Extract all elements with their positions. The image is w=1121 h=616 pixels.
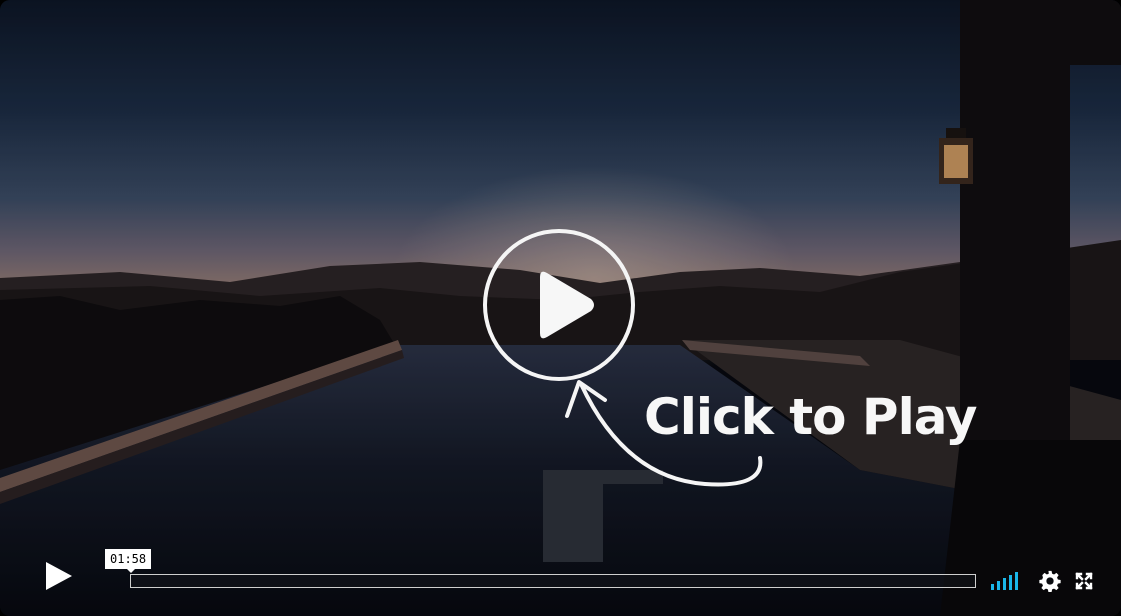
big-play-button[interactable] [483, 229, 635, 381]
fullscreen-icon[interactable] [1074, 571, 1094, 591]
gear-icon[interactable] [1039, 570, 1061, 592]
play-icon [540, 271, 594, 339]
progress-bar[interactable] [130, 574, 976, 588]
video-player[interactable]: Click to Play 01:58 [0, 0, 1121, 616]
volume-bars-icon[interactable] [991, 572, 1025, 590]
play-button[interactable] [38, 558, 78, 594]
current-time-tooltip: 01:58 [105, 549, 152, 573]
click-to-play-label: Click to Play [644, 388, 978, 446]
control-bar: 01:58 [0, 548, 1121, 616]
